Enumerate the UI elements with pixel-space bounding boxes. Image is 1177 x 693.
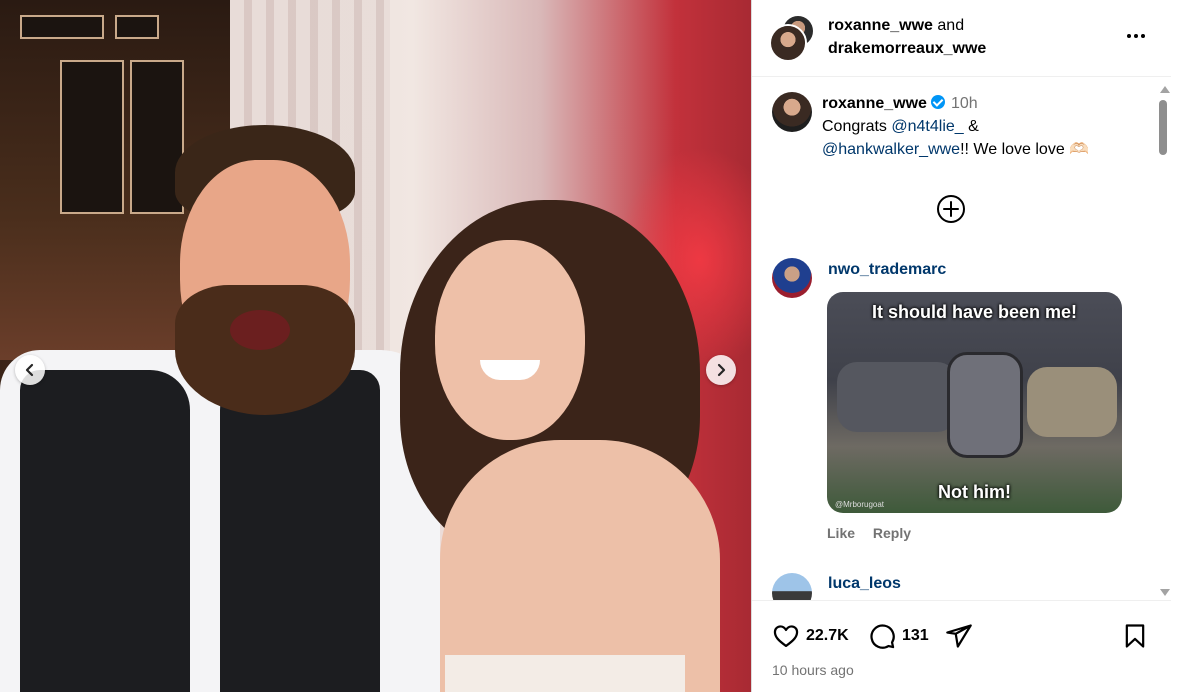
chevron-right-icon: [717, 363, 726, 377]
more-options-button[interactable]: [1122, 26, 1150, 46]
authors-joiner: and: [937, 17, 965, 34]
comment-username[interactable]: luca_leos: [828, 575, 901, 593]
post-authors: roxanne_wwe and drakemorreaux_wwe: [828, 14, 986, 60]
author-roxanne-link[interactable]: roxanne_wwe: [828, 17, 933, 34]
caption-text-mid: &: [963, 118, 979, 135]
commenter-avatar[interactable]: [772, 258, 812, 298]
post-side-panel: roxanne_wwe and drakemorreaux_wwe roxann…: [751, 0, 1172, 692]
mention-hankwalker[interactable]: @hankwalker_wwe: [822, 141, 960, 158]
mention-n4t4lie[interactable]: @n4t4lie_: [891, 118, 963, 135]
author-drakemorreaux-link[interactable]: drakemorreaux_wwe: [828, 40, 986, 57]
previous-photo-button[interactable]: [15, 355, 45, 385]
save-button[interactable]: [1121, 621, 1149, 651]
like-button[interactable]: 22.7K: [772, 621, 849, 651]
comment-gif: It should have been me! Not him! @Mrboru…: [827, 292, 1122, 513]
comment-username[interactable]: nwo_trademarc: [828, 261, 946, 279]
scroll-up-arrow-icon[interactable]: [1160, 86, 1170, 93]
post-photo: [0, 0, 751, 692]
caption-text-start: Congrats: [822, 118, 892, 135]
post-footer: 22.7K 131 10 hours ago: [752, 600, 1172, 693]
caption-time[interactable]: 10h: [951, 95, 978, 112]
post-header: roxanne_wwe and drakemorreaux_wwe: [752, 0, 1172, 77]
comment-reply-button[interactable]: Reply: [873, 525, 911, 541]
comment-like-button[interactable]: Like: [827, 525, 855, 541]
load-more-comments-button[interactable]: [936, 194, 966, 224]
gif-credit: @Mrborugoat: [835, 500, 885, 509]
comment-bubble-icon: [870, 624, 895, 649]
post-caption: roxanne_wwe 10h Congrats @n4t4lie_ & @han…: [822, 92, 1142, 161]
panel-edge: [1171, 0, 1177, 692]
caption-avatar[interactable]: [772, 92, 812, 132]
chevron-left-icon: [25, 363, 34, 377]
paper-plane-icon: [946, 624, 972, 648]
verified-badge-icon: [930, 95, 945, 109]
next-photo-button[interactable]: [706, 355, 736, 385]
caption-username[interactable]: roxanne_wwe: [822, 95, 927, 112]
comments-scrollbar[interactable]: [1157, 82, 1170, 600]
gif-top-text: It should have been me!: [871, 302, 1078, 322]
scroll-down-arrow-icon[interactable]: [1160, 589, 1170, 596]
avatar-roxanne[interactable]: [769, 24, 807, 62]
more-horizontal-icon: [1127, 34, 1145, 38]
bookmark-icon: [1125, 624, 1145, 648]
commenter-avatar[interactable]: [772, 573, 812, 600]
like-count[interactable]: 22.7K: [806, 627, 849, 645]
comment-actions: Like Reply: [827, 525, 925, 541]
comment-button[interactable]: 131: [868, 621, 929, 651]
scrollbar-thumb[interactable]: [1159, 100, 1167, 155]
photo-person-woman: [390, 200, 730, 692]
photo-person-man: [0, 120, 450, 692]
comments-list[interactable]: roxanne_wwe 10h Congrats @n4t4lie_ & @han…: [752, 77, 1157, 600]
share-button[interactable]: [945, 621, 973, 651]
comment-count: 131: [902, 627, 929, 644]
plus-circle-icon: [937, 195, 965, 223]
heart-icon: [773, 625, 799, 648]
caption-text-end: !! We love love 🫶🏻: [960, 141, 1090, 158]
post-timestamp[interactable]: 10 hours ago: [772, 662, 854, 678]
